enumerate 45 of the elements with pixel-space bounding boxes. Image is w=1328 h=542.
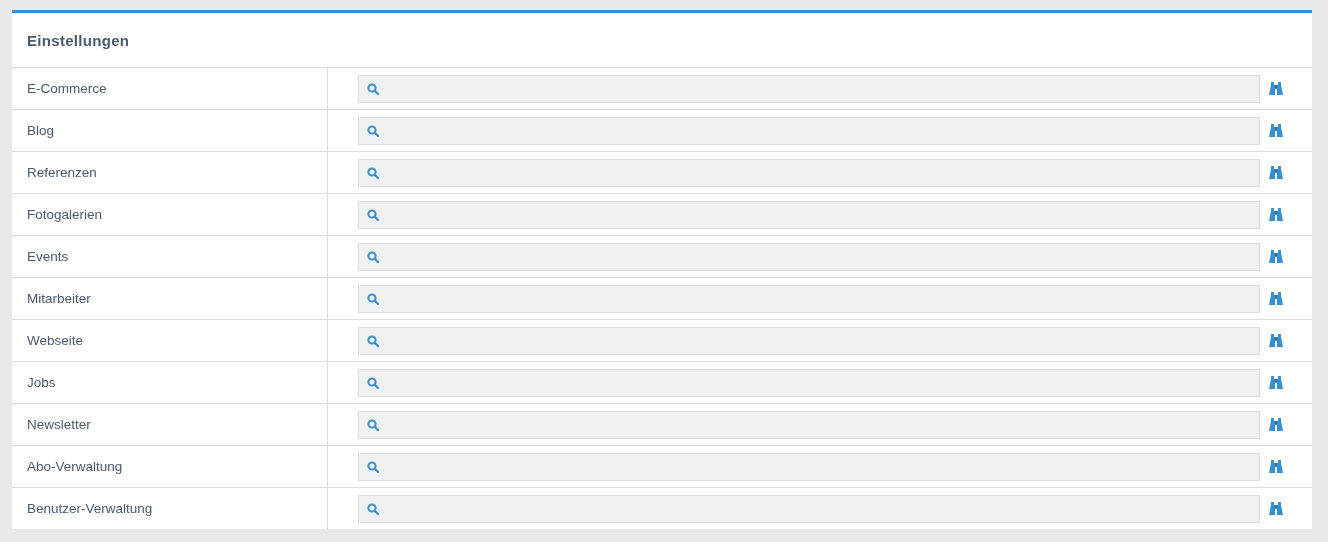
- search-icon: [367, 334, 379, 347]
- search-icon: [367, 460, 379, 473]
- row-label: Benutzer-Verwaltung: [27, 501, 153, 516]
- binoculars-icon[interactable]: [1269, 417, 1283, 432]
- search-field[interactable]: [358, 452, 1260, 481]
- search-field[interactable]: [358, 368, 1260, 397]
- search-field[interactable]: [358, 284, 1260, 313]
- search-field[interactable]: [358, 494, 1260, 523]
- search-icon: [367, 292, 379, 305]
- search-field[interactable]: [358, 326, 1260, 355]
- search-icon: [367, 166, 379, 179]
- row-label: Fotogalerien: [27, 207, 103, 222]
- row-label: Abo-Verwaltung: [27, 459, 123, 474]
- row-label: Webseite: [27, 333, 84, 348]
- binoculars-icon[interactable]: [1269, 207, 1283, 222]
- search-icon: [367, 418, 379, 431]
- row-label: Newsletter: [27, 417, 91, 432]
- binoculars-icon[interactable]: [1269, 123, 1283, 138]
- row-label: Mitarbeiter: [27, 291, 91, 306]
- binoculars-icon[interactable]: [1269, 375, 1283, 390]
- binoculars-icon[interactable]: [1269, 501, 1283, 516]
- binoculars-icon[interactable]: [1269, 291, 1283, 306]
- search-icon: [367, 250, 379, 263]
- binoculars-icon[interactable]: [1269, 249, 1283, 264]
- binoculars-icon[interactable]: [1269, 81, 1283, 96]
- row-label: Jobs: [27, 375, 56, 390]
- search-field[interactable]: [358, 242, 1260, 271]
- panel-title: Einstellungen: [27, 31, 130, 49]
- row-label: Referenzen: [27, 165, 97, 180]
- search-field[interactable]: [358, 410, 1260, 439]
- search-icon: [367, 82, 379, 95]
- binoculars-icon[interactable]: [1269, 165, 1283, 180]
- search-icon: [367, 376, 379, 389]
- search-field[interactable]: [358, 74, 1260, 103]
- search-field[interactable]: [358, 158, 1260, 187]
- binoculars-icon[interactable]: [1269, 459, 1283, 474]
- search-icon: [367, 208, 379, 221]
- row-label: Events: [27, 249, 69, 264]
- search-field[interactable]: [358, 200, 1260, 229]
- search-icon: [367, 502, 379, 515]
- search-icon: [367, 124, 379, 137]
- row-label: E-Commerce: [27, 81, 107, 96]
- search-field[interactable]: [358, 116, 1260, 145]
- binoculars-icon[interactable]: [1269, 333, 1283, 348]
- row-label: Blog: [27, 123, 55, 138]
